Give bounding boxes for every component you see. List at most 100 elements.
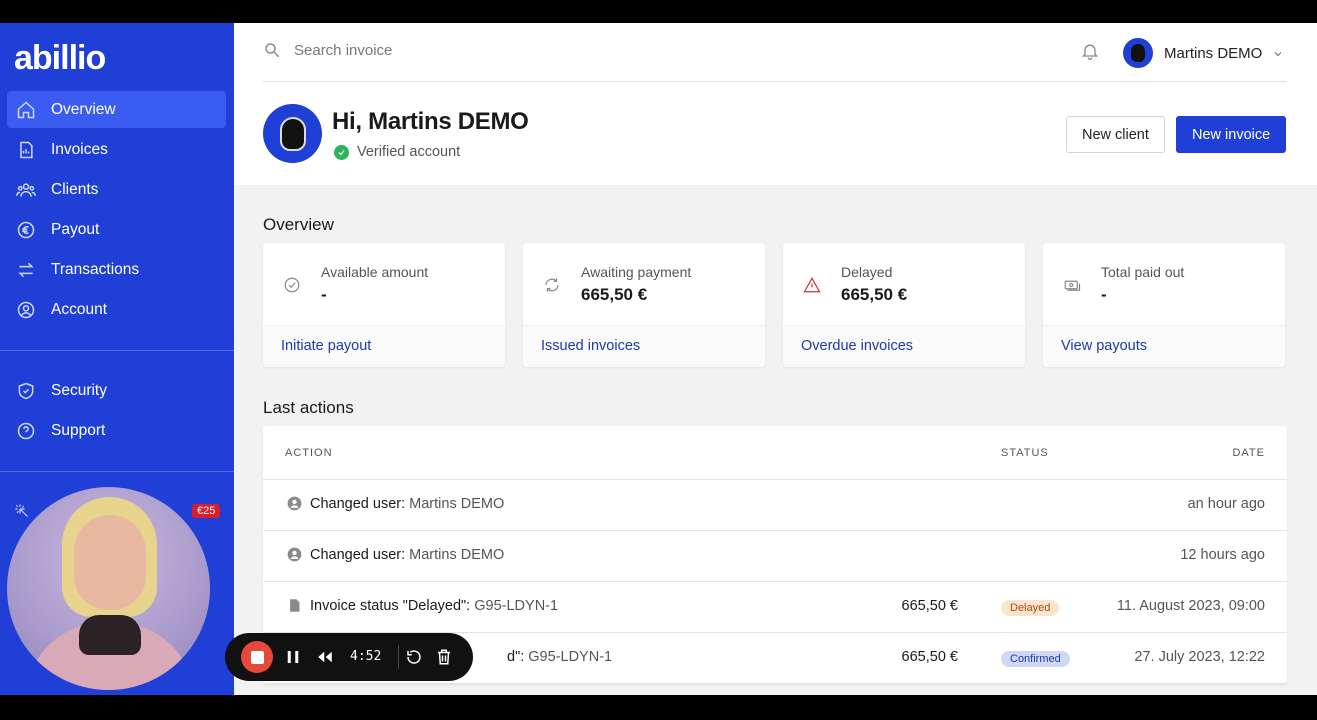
bell-icon[interactable] [1080, 41, 1100, 61]
verified-status: Verified account [334, 144, 460, 160]
profile-avatar [263, 104, 322, 163]
status-badge: Confirmed [1001, 651, 1070, 667]
initiate-payout-link[interactable]: Initiate payout [281, 338, 371, 354]
row-date: 27. July 2023, 12:22 [1134, 649, 1265, 665]
status-badge: Delayed [1001, 600, 1060, 616]
user-icon [287, 547, 302, 562]
card-value: - [321, 285, 327, 304]
webcam-collar [79, 615, 141, 655]
sidebar-item-label: Account [51, 300, 108, 318]
shield-icon [16, 381, 36, 401]
help-icon [16, 421, 36, 441]
view-payouts-link[interactable]: View payouts [1061, 338, 1147, 354]
account-icon [16, 300, 36, 320]
bottom-letterbox [0, 695, 1317, 720]
sidebar-nav-secondary: Security Support [7, 372, 226, 452]
warning-icon [803, 276, 821, 294]
row-action: Changed user: Martins DEMO [310, 547, 505, 563]
user-name: Martins DEMO [1164, 44, 1263, 62]
logo[interactable]: abillio [14, 39, 106, 78]
sidebar-divider [0, 350, 234, 351]
webcam-overlay [7, 487, 210, 690]
column-status: STATUS [1001, 447, 1049, 459]
webcam-face [74, 515, 146, 610]
avatar [1123, 38, 1153, 68]
search-icon [265, 43, 280, 58]
sidebar-divider [0, 471, 234, 472]
sidebar-item-support[interactable]: Support [7, 412, 226, 449]
top-letterbox [0, 0, 1317, 23]
card-label: Delayed [841, 264, 893, 280]
table-row[interactable]: Invoice status "Delayed": G95-LDYN-1 665… [263, 582, 1287, 633]
card-label: Total paid out [1101, 264, 1185, 280]
issued-invoices-link[interactable]: Issued invoices [541, 338, 640, 354]
card-awaiting-payment: Awaiting payment 665,50 € Issued invoice… [523, 243, 765, 367]
sidebar-item-clients[interactable]: Clients [7, 171, 226, 208]
card-delayed: Delayed 665,50 € Overdue invoices [783, 243, 1025, 367]
sidebar-item-label: Invoices [51, 140, 108, 158]
money-icon [1063, 276, 1081, 294]
verified-label: Verified account [357, 144, 461, 160]
page-title: Hi, Martins DEMO [332, 108, 529, 135]
overdue-invoices-link[interactable]: Overdue invoices [801, 338, 913, 354]
recording-controls: 4:52 [225, 633, 473, 681]
row-date: 11. August 2023, 09:00 [1116, 598, 1265, 614]
sidebar-item-payout[interactable]: Payout [7, 211, 226, 248]
sidebar-nav: Overview Invoices Clients Payout Transac… [7, 91, 226, 331]
card-label: Awaiting payment [581, 264, 692, 280]
row-amount: 665,50 € [901, 649, 958, 665]
rewind-icon[interactable] [316, 648, 334, 666]
sparkle-icon[interactable] [14, 503, 32, 521]
user-menu[interactable]: Martins DEMO [1123, 38, 1284, 68]
row-action: Changed user: Martins DEMO [310, 496, 505, 512]
sidebar-item-transactions[interactable]: Transactions [7, 251, 226, 288]
credit-badge[interactable]: €25 [192, 504, 221, 518]
table-header: ACTION STATUS DATE [263, 426, 1287, 480]
sidebar-item-invoices[interactable]: Invoices [7, 131, 226, 168]
sidebar-item-account[interactable]: Account [7, 291, 226, 328]
card-value: 665,50 € [841, 285, 908, 304]
trash-icon[interactable] [435, 648, 453, 666]
search-input[interactable] [294, 41, 694, 59]
card-total-paid-out: Total paid out - View payouts [1043, 243, 1285, 367]
new-client-button[interactable]: New client [1066, 116, 1165, 153]
recording-time: 4:52 [350, 649, 382, 664]
invoice-icon [16, 140, 36, 160]
row-amount: 665,50 € [901, 598, 958, 614]
table-row[interactable]: Changed user: Martins DEMO 12 hours ago [263, 531, 1287, 582]
card-available-amount: Available amount - Initiate payout [263, 243, 505, 367]
page-header: Martins DEMO Hi, Martins DEMO Verified a… [234, 23, 1317, 185]
sidebar-item-label: Clients [51, 180, 99, 198]
search-bar [263, 41, 694, 59]
row-date: 12 hours ago [1180, 547, 1265, 563]
euro-icon [16, 220, 36, 240]
sidebar-item-label: Transactions [51, 260, 140, 278]
users-icon [16, 180, 36, 200]
refresh-icon [543, 276, 561, 294]
user-icon [287, 496, 302, 511]
sidebar-item-label: Support [51, 421, 106, 439]
column-date: DATE [1232, 447, 1265, 459]
restart-icon[interactable] [405, 648, 423, 666]
sidebar-item-label: Payout [51, 220, 100, 238]
header-divider [263, 81, 1287, 82]
stop-recording-button[interactable] [241, 641, 273, 673]
pause-icon[interactable] [284, 648, 302, 666]
new-invoice-button[interactable]: New invoice [1176, 116, 1287, 153]
row-date: an hour ago [1187, 496, 1265, 512]
sidebar-item-label: Overview [51, 100, 116, 118]
document-icon [287, 598, 302, 613]
card-value: 665,50 € [581, 285, 648, 304]
card-value: - [1101, 285, 1107, 304]
overview-cards: Available amount - Initiate payout Await… [263, 243, 1285, 367]
main-content: Martins DEMO Hi, Martins DEMO Verified a… [234, 23, 1317, 695]
row-action: Invoice status "Delayed": G95-LDYN-1 [310, 598, 559, 614]
last-actions-title: Last actions [263, 398, 354, 417]
sidebar-item-security[interactable]: Security [7, 372, 226, 409]
sidebar-item-label: Security [51, 381, 107, 399]
sidebar-item-overview[interactable]: Overview [7, 91, 226, 128]
table-row[interactable]: Changed user: Martins DEMO an hour ago [263, 480, 1287, 531]
home-icon [16, 100, 36, 120]
check-circle-icon [283, 276, 301, 294]
chevron-down-icon [1272, 47, 1284, 59]
